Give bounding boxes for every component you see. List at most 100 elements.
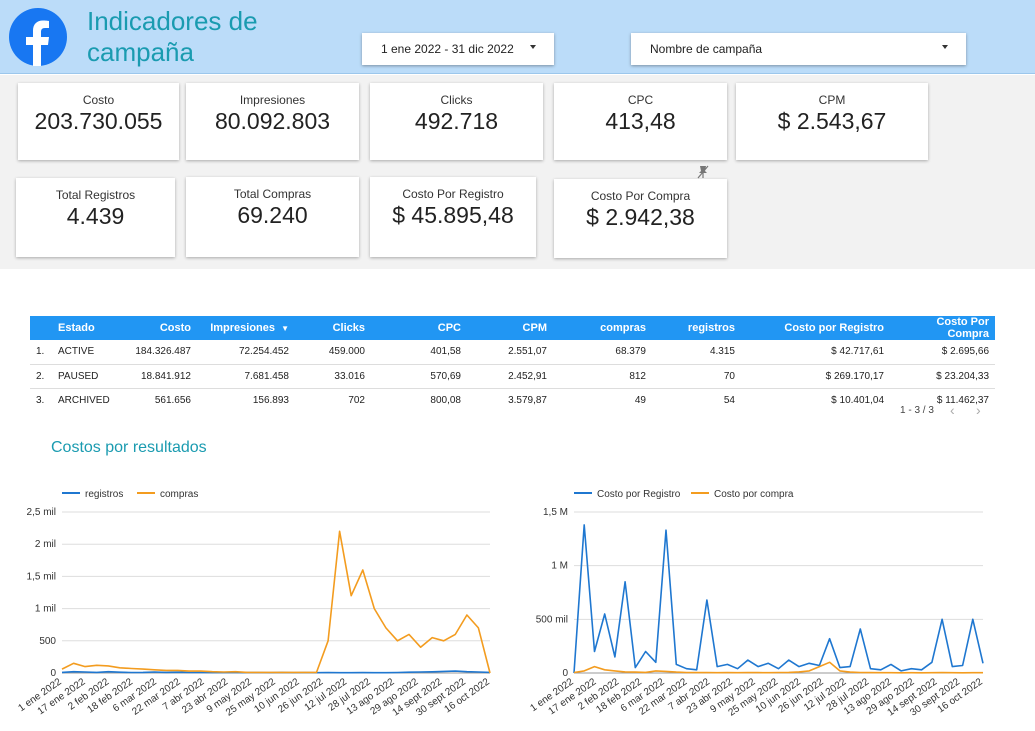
y-tick-label: 1 mil — [35, 604, 56, 615]
kpi-card-total-registros: Total Registros 4.439 — [16, 178, 175, 257]
col-header-impresiones[interactable]: Impresiones ▼ — [197, 316, 295, 340]
kpi-label: CPM — [818, 93, 846, 107]
kpi-label: Total Registros — [55, 188, 136, 202]
cell-cpm: 2.452,91 — [467, 364, 553, 389]
col-header-estado[interactable]: Estado — [52, 316, 122, 340]
kpi-value: $ 2.543,67 — [777, 108, 887, 134]
kpi-value: 80.092.803 — [214, 108, 331, 134]
cell-costo-por-registro: $ 10.401,04 — [831, 394, 884, 406]
cell-costo: 18.841.912 — [122, 364, 197, 389]
cell-cpc: 570,69 — [371, 364, 467, 389]
kpi-card-cpm: CPM $ 2.543,67 — [736, 83, 928, 160]
cell-impresiones: 72.254.452 — [197, 340, 295, 365]
kpi-label: Costo Por Compra — [590, 189, 691, 203]
col-header-cpc[interactable]: CPC — [371, 316, 467, 340]
y-tick-label: 1,5 M — [543, 507, 568, 518]
kpi-label: Costo Por Registro — [402, 187, 504, 201]
cell-compras: 812 — [553, 364, 652, 389]
kpi-value: $ 45.895,48 — [392, 202, 514, 228]
page-title: Indicadores de campaña — [87, 6, 258, 67]
cell-costo-por-compra: $ 23.204,33 — [890, 364, 995, 389]
kpi-value: $ 2.942,38 — [586, 204, 695, 230]
cell-estado: PAUSED — [52, 364, 122, 389]
cell-costo-por-registro: $ 269.170,17 — [741, 364, 890, 389]
col-header-costo-por-registro[interactable]: Costo por Registro — [741, 316, 890, 340]
table-row[interactable]: 3. ARCHIVED 561.656 156.893 702 800,08 3… — [30, 388, 995, 412]
cell-clicks: 459.000 — [295, 340, 371, 365]
date-range-value: 1 ene 2022 - 31 dic 2022 — [381, 42, 514, 56]
col-header-registros[interactable]: registros — [652, 316, 741, 340]
campaign-filter-label: Nombre de campaña — [650, 42, 763, 56]
cell-cpm: 3.579,87 — [508, 394, 547, 406]
series-line-costo-por-registro — [573, 524, 984, 674]
facebook-icon — [9, 8, 67, 66]
row-index: 2. — [30, 364, 52, 389]
kpi-label: Costo — [82, 93, 115, 107]
kpi-value: 4.439 — [66, 203, 125, 229]
chevron-right-icon[interactable]: › — [976, 402, 981, 418]
y-tick-label: 2,5 mil — [27, 507, 56, 518]
legend-label: Costo por compra — [714, 489, 794, 500]
kpi-value: 492.718 — [414, 108, 499, 134]
kpi-card-clicks: Clicks 492.718 — [370, 83, 543, 160]
cell-clicks: 702 — [348, 394, 365, 406]
cell-costo-por-registro: $ 42.717,61 — [741, 340, 890, 365]
campaign-name-dropdown[interactable]: Nombre de campaña — [631, 33, 966, 65]
kpi-label: Clicks — [440, 93, 473, 107]
series-line-compras — [61, 530, 491, 674]
kpi-card-impresiones: Impresiones 80.092.803 — [186, 83, 359, 160]
cell-registros: 4.315 — [652, 340, 741, 365]
kpi-label: CPC — [627, 93, 654, 107]
kpi-card-costo-por-registro: Costo Por Registro $ 45.895,48 — [370, 177, 536, 257]
y-tick-label: 500 mil — [536, 614, 568, 625]
legend-label: Costo por Registro — [597, 489, 681, 500]
date-range-dropdown[interactable]: 1 ene 2022 - 31 dic 2022 — [362, 33, 554, 65]
chart-costo-por-registro-compra: 0500 mil1 M1,5 M1 ene 202217 ene 20222 f… — [528, 489, 985, 719]
col-header-costo-por-compra[interactable]: Costo Por Compra — [890, 316, 995, 340]
col-header-cpm[interactable]: CPM — [467, 316, 553, 340]
col-header-compras[interactable]: compras — [553, 316, 652, 340]
cell-estado: ARCHIVED — [58, 394, 110, 406]
cell-compras: 49 — [634, 394, 646, 406]
cell-cpc: 401,58 — [371, 340, 467, 365]
y-tick-label: 2 mil — [35, 539, 56, 550]
cell-compras: 68.379 — [553, 340, 652, 365]
cell-costo-por-compra: $ 2.695,66 — [890, 340, 995, 365]
kpi-card-total-compras: Total Compras 69.240 — [186, 177, 359, 257]
kpi-card-costo: Costo 203.730.055 — [18, 83, 179, 160]
cell-costo: 561.656 — [154, 394, 191, 406]
kpi-value: 69.240 — [237, 202, 308, 228]
kpi-value: 203.730.055 — [34, 108, 163, 134]
cell-costo: 184.326.487 — [122, 340, 197, 365]
header-bar: Indicadores de campaña 1 ene 2022 - 31 d… — [0, 0, 1035, 74]
legend-label: registros — [85, 489, 123, 500]
kpi-card-cpc: CPC 413,48 — [554, 83, 727, 160]
section-title: Costos por resultados — [51, 439, 207, 456]
y-tick-label: 1 M — [551, 561, 568, 572]
pin-icon[interactable] — [697, 165, 709, 179]
cell-impresiones: 156.893 — [252, 394, 289, 406]
y-tick-label: 500 — [39, 636, 56, 647]
kpi-label: Impresiones — [239, 93, 306, 107]
col-header-label: Impresiones — [210, 322, 276, 334]
y-tick-label: 1,5 mil — [27, 571, 56, 582]
col-header-costo[interactable]: Costo — [122, 316, 197, 340]
chart-registros-compras: 05001 mil1,5 mil2 mil2,5 mil1 ene 202217… — [16, 489, 492, 719]
cell-registros: 54 — [723, 394, 735, 406]
table-row[interactable]: 1. ACTIVE 184.326.487 72.254.452 459.000… — [30, 340, 995, 365]
sort-down-icon: ▼ — [281, 324, 289, 333]
kpi-value: 413,48 — [605, 108, 676, 134]
row-index: 1. — [30, 340, 52, 365]
table-header-row: Estado Costo Impresiones ▼ Clicks CPC CP… — [30, 316, 995, 340]
caret-down-icon — [942, 45, 948, 49]
caret-down-icon — [530, 45, 536, 49]
kpi-card-costo-por-compra: Costo Por Compra $ 2.942,38 — [554, 179, 727, 258]
col-header-clicks[interactable]: Clicks — [295, 316, 371, 340]
cell-registros: 70 — [652, 364, 741, 389]
table-row[interactable]: 2. PAUSED 18.841.912 7.681.458 33.016 57… — [30, 364, 995, 389]
cell-clicks: 33.016 — [295, 364, 371, 389]
campaign-table: Estado Costo Impresiones ▼ Clicks CPC CP… — [30, 316, 995, 412]
col-index — [30, 316, 52, 340]
chevron-left-icon[interactable]: ‹ — [950, 402, 955, 418]
cell-estado: ACTIVE — [52, 340, 122, 365]
